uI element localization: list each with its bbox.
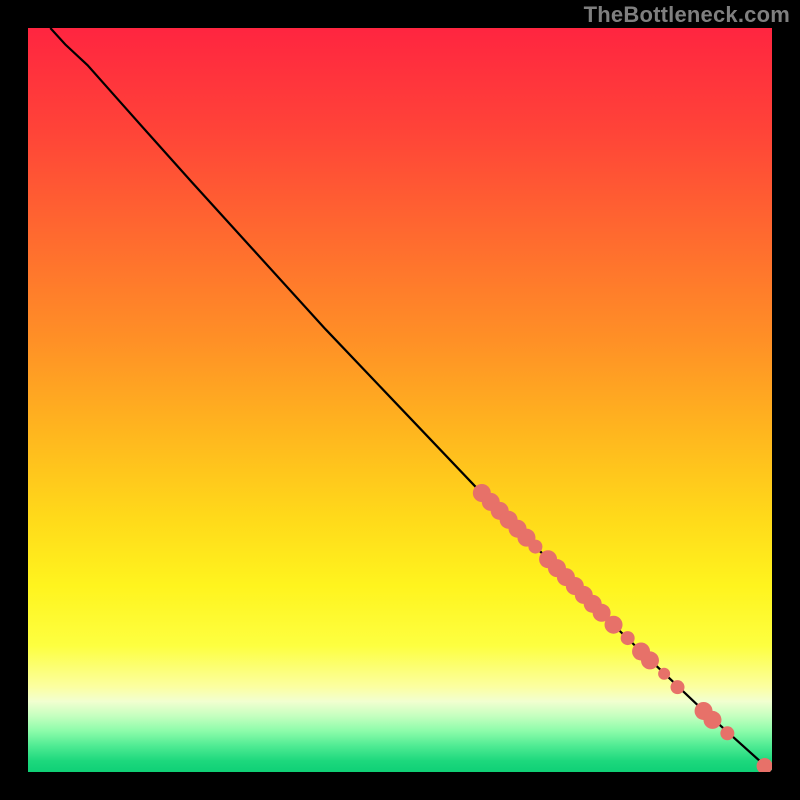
data-marker <box>658 668 670 680</box>
background-gradient <box>28 28 772 772</box>
data-marker <box>720 726 734 740</box>
plot-area <box>28 28 772 772</box>
data-marker <box>641 651 659 669</box>
data-marker <box>528 540 542 554</box>
data-marker <box>621 631 635 645</box>
data-marker <box>605 616 623 634</box>
chart-svg <box>28 28 772 772</box>
watermark-text: TheBottleneck.com <box>584 2 790 28</box>
data-marker <box>703 711 721 729</box>
chart-stage: TheBottleneck.com <box>0 0 800 800</box>
data-marker <box>671 680 685 694</box>
